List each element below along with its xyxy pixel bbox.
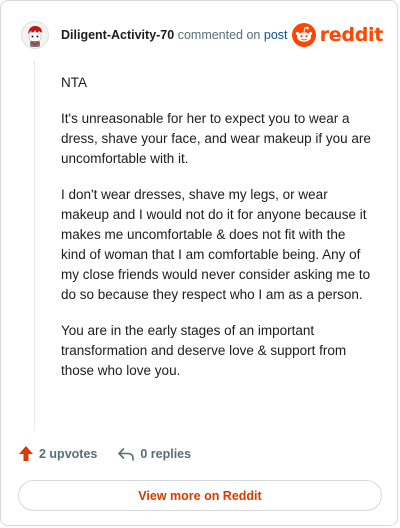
upvote-count: 2 upvotes <box>39 446 98 461</box>
comment-actions: 2 upvotes 0 replies <box>18 445 191 462</box>
byline: Diligent-Activity-70 commented on post <box>61 27 288 43</box>
reply-icon <box>118 447 135 461</box>
post-link[interactable]: post <box>264 28 288 42</box>
comment-paragraph: You are in the early stages of an import… <box>61 323 347 378</box>
reddit-logo[interactable]: reddit <box>291 23 384 47</box>
reply-count: 0 replies <box>140 446 192 461</box>
comment-header: Diligent-Activity-70 commented on post r… <box>21 17 383 53</box>
comment-paragraph: NTA <box>61 75 87 90</box>
comment-paragraph: I don't wear dresses, shave my legs, or … <box>61 187 371 302</box>
commented-on-text: commented on <box>177 28 261 42</box>
comment-body: NTA It's unreasonable for her to expect … <box>61 73 373 397</box>
reddit-logo-icon <box>291 23 316 47</box>
reddit-wordmark: reddit <box>319 24 384 46</box>
avatar[interactable] <box>21 21 49 49</box>
author-name[interactable]: Diligent-Activity-70 <box>61 28 174 42</box>
comment-embed-card: Diligent-Activity-70 commented on post r… <box>0 0 398 526</box>
upvote-arrow-icon <box>19 446 33 461</box>
view-more-on-reddit-button[interactable]: View more on Reddit <box>18 480 382 511</box>
upvote-button[interactable]: 2 upvotes <box>18 445 97 462</box>
replies-button[interactable]: 0 replies <box>117 446 191 462</box>
comment-paragraph: It's unreasonable for her to expect you … <box>61 111 371 166</box>
thread-line <box>34 61 35 431</box>
